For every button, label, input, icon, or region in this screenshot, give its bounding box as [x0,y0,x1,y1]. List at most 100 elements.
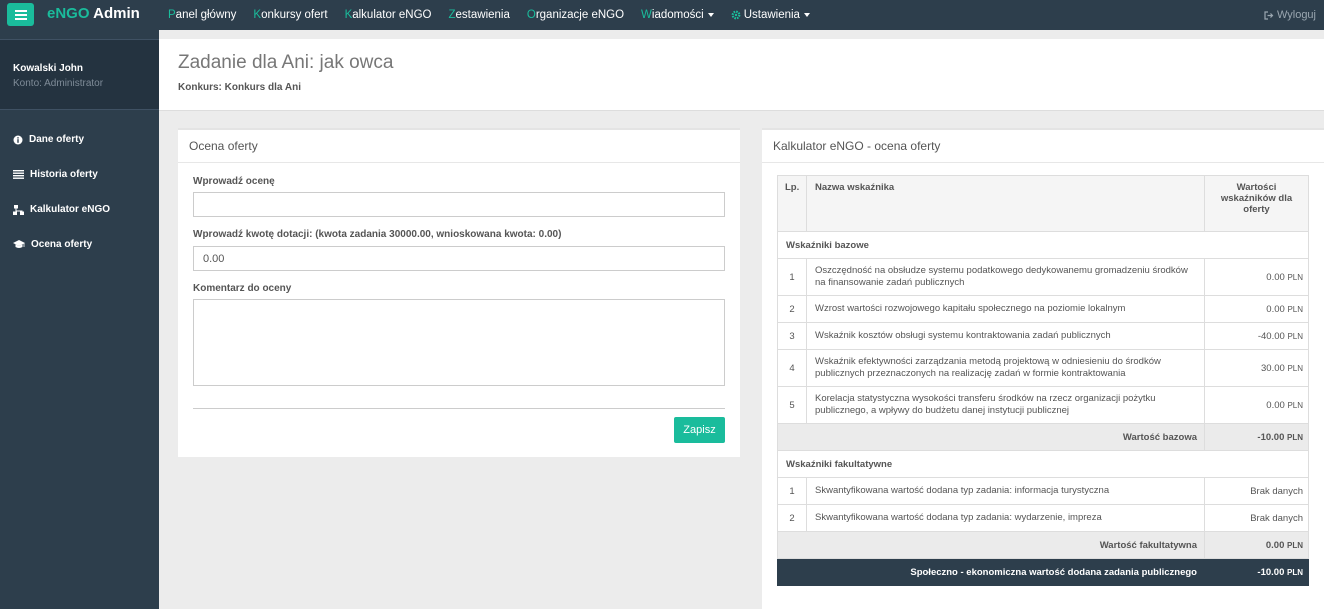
nav-item-label: onkursy ofert [261,9,328,21]
sidebar-item-dane-oferty[interactable]: Dane oferty [0,122,159,157]
table-row: 2 Wzrost wartości rozwojowego kapitału s… [777,295,1309,323]
sign-out-icon [1264,10,1274,20]
sum-label: Wartość fakultatywna [777,531,1205,559]
indicator-name: Wzrost wartości rozwojowego kapitału spo… [806,295,1205,323]
nav-item-zestawienia[interactable]: Zestawienia [449,9,510,21]
nav-item-label: alkulator eNGO [352,9,432,21]
row-number: 1 [777,258,807,296]
indicator-value: Brak danych [1204,504,1309,532]
indicator-name: Korelacja statystyczna wysokości transfe… [806,386,1205,424]
sidebar-item-label: Ocena oferty [31,239,93,250]
table-row: 1 Skwantyfikowana wartość dodana typ zad… [777,477,1309,505]
nav-item-label: estawienia [455,9,510,21]
sum-value: -10.00 PLN [1204,423,1309,451]
caret-down-icon [803,13,810,17]
page-header: Zadanie dla Ani: jak owca Konkurs: Konku… [159,39,1324,111]
indicator-value: 0.00 PLN [1204,295,1309,323]
nav-item-initial: Z [448,9,456,21]
score-input[interactable] [193,192,725,217]
hamburger-icon [14,9,27,20]
graduation-cap-icon [13,240,25,248]
panel-title: Kalkulator eNGO - ocena oferty [762,130,1324,163]
panel-title: Ocena oferty [178,130,740,163]
nav-item-kalkulator[interactable]: Kalkulator eNGO [345,9,432,21]
sidebar-item-historia-oferty[interactable]: Historia oferty [0,157,159,192]
value-amount: 0.00 [1266,303,1285,315]
brand-accent: NGO [55,5,90,22]
currency-unit: PLN [1287,400,1303,410]
indicator-value: Brak danych [1204,477,1309,505]
row-number: 2 [777,504,807,532]
currency-unit: PLN [1287,432,1303,442]
currency-unit: PLN [1287,363,1303,373]
sidebar-menu: Dane oferty Historia oferty Kalkulator e… [0,122,159,262]
value-amount: -40.00 [1257,330,1285,342]
amount-input[interactable] [193,246,725,271]
indicator-name: Wskaźnik kosztów obsługi systemu kontrak… [806,322,1205,350]
nav-item-initial: K [344,9,353,21]
section-row: Wskaźniki fakultatywne [777,450,1309,478]
list-icon [13,170,24,179]
base-sum-row: Wartość bazowa -10.00 PLN [777,423,1309,451]
section-title: Wskaźniki bazowe [777,231,1309,259]
section-title: Wskaźniki fakultatywne [777,450,1309,478]
currency-unit: PLN [1287,567,1303,577]
indicator-name: Skwantyfikowana wartość dodana typ zadan… [806,477,1205,505]
indicator-value: -40.00 PLN [1204,322,1309,350]
value-amount: -10.00 [1257,431,1285,443]
logout-link[interactable]: Wyloguj [1264,9,1316,21]
currency-unit: PLN [1287,304,1303,314]
save-button[interactable]: Zapisz [674,417,725,443]
value-amount: 0.00 [1266,271,1285,283]
brand-suffix: Admin [89,5,140,22]
user-name: Kowalski John [13,63,84,74]
nav-item-organizacje[interactable]: Organizacje eNGO [527,9,624,21]
table-row: 4 Wskaźnik efektywności zarządzania meto… [777,349,1309,387]
total-label: Społeczno - ekonomiczna wartość dodana z… [777,558,1205,586]
table-header-row: Lp. Nazwa wskaźnika Wartości wskaźników … [777,175,1309,232]
sidebar-item-label: Kalkulator eNGO [30,204,111,215]
nav-item-initial: K [253,9,262,21]
indicator-value: 0.00 PLN [1204,258,1309,296]
comment-label: Komentarz do oceny [193,283,292,294]
column-header-name: Nazwa wskaźnika [806,175,1205,232]
row-number: 3 [777,322,807,350]
comment-textarea[interactable] [193,299,725,386]
row-number: 5 [777,386,807,424]
nav-item-label: Ustawienia [743,9,800,21]
nav-item-konkursy[interactable]: Konkursy ofert [253,9,327,21]
sum-value: 0.00 PLN [1204,531,1309,559]
table-row: 3 Wskaźnik kosztów obsługi systemu kontr… [777,322,1309,350]
nav-item-label: iadomości [651,9,704,21]
currency-unit: PLN [1287,331,1303,341]
gear-icon [731,10,741,20]
nav-item-wiadomosci[interactable]: Wiadomości [641,9,714,21]
nav-item-initial: P [168,9,176,21]
nav-item-panel[interactable]: Panel główny [168,9,236,21]
section-row: Wskaźniki bazowe [777,231,1309,259]
brand-logo[interactable]: eNGO Admin [47,5,140,22]
sidebar-item-ocena-oferty[interactable]: Ocena oferty [0,227,159,262]
column-header-lp: Lp. [777,175,807,232]
info-icon [13,135,23,144]
table-row: 5 Korelacja statystyczna wysokości trans… [777,386,1309,424]
indicator-name: Skwantyfikowana wartość dodana typ zadan… [806,504,1205,532]
value-amount: 30.00 [1261,362,1285,374]
row-number: 4 [777,349,807,387]
user-role: Konto: Administrator [13,78,104,89]
logout-label: Wyloguj [1276,9,1316,21]
page-subtitle: Konkurs: Konkurs dla Ani [178,82,301,93]
sidebar-item-kalkulator-engo[interactable]: Kalkulator eNGO [0,192,159,227]
total-row: Społeczno - ekonomiczna wartość dodana z… [777,558,1309,586]
nav-item-label: anel główny [175,9,237,21]
row-number: 2 [777,295,807,323]
currency-unit: PLN [1287,540,1303,550]
menu-toggle-button[interactable] [7,3,34,26]
sidebar: Kowalski John Konto: Administrator Dane … [0,30,159,609]
table-row: 2 Skwantyfikowana wartość dodana typ zad… [777,504,1309,532]
nav-item-ustawienia[interactable]: Ustawienia [731,9,810,21]
amount-label: Wprowadź kwotę dotacji: (kwota zadania 3… [193,229,562,240]
column-header-value: Wartości wskaźników dla oferty [1204,175,1309,232]
caret-down-icon [707,13,714,17]
user-profile: Kowalski John Konto: Administrator [0,39,159,110]
